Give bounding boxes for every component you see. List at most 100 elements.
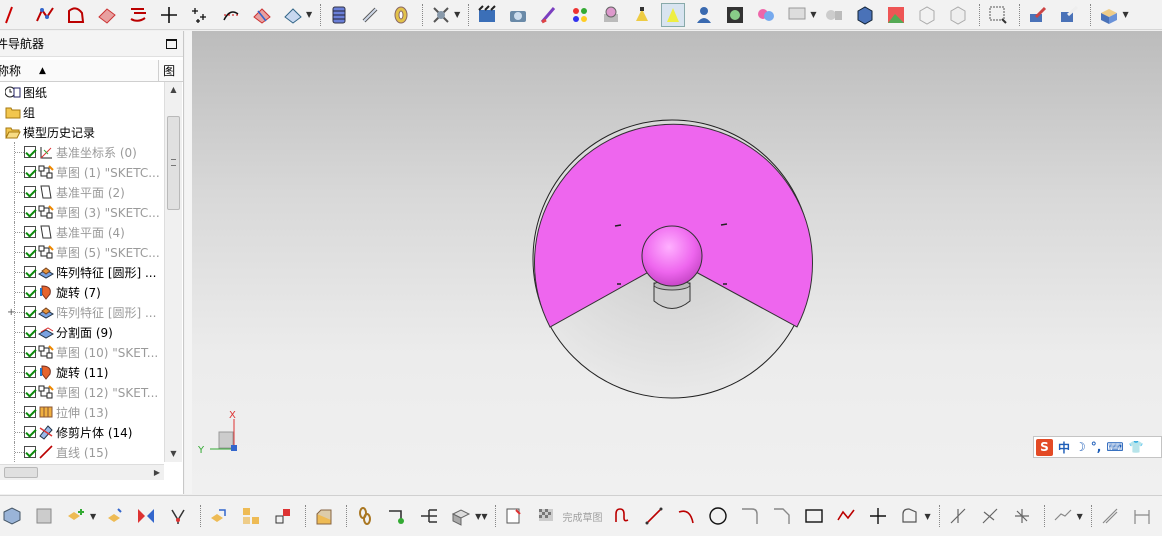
ime-moon-icon[interactable]: ☽ (1075, 440, 1086, 454)
wire-cube-icon[interactable] (915, 3, 939, 27)
section-curve-icon[interactable] (281, 3, 305, 27)
column-name-header[interactable]: 称称 ▲ (0, 60, 160, 81)
visibility-checkbox[interactable] (24, 346, 36, 358)
scroll-right-icon[interactable]: ▶ (154, 465, 160, 481)
visibility-checkbox[interactable] (24, 446, 36, 458)
chain-icon[interactable] (353, 504, 377, 528)
chevron-down-icon[interactable]: ▼ (924, 512, 930, 521)
visibility-checkbox[interactable] (24, 386, 36, 398)
scroll-thumb[interactable] (167, 116, 180, 210)
line-tool-icon[interactable] (642, 504, 666, 528)
tree-node[interactable]: 基准平面 (4) (0, 222, 164, 242)
surface-icon[interactable] (95, 3, 119, 27)
offset-tool-icon[interactable] (898, 504, 922, 528)
tree-node[interactable]: 草图 (10) "SKET... (0, 342, 164, 362)
route-icon[interactable] (385, 504, 409, 528)
column-picture-header[interactable]: 图 (159, 60, 183, 81)
visibility-checkbox[interactable] (24, 206, 36, 218)
part-icon[interactable] (0, 504, 24, 528)
folder-box-icon[interactable] (1097, 3, 1121, 27)
tree-node[interactable]: 分割面 (9) (0, 322, 164, 342)
mirror-assembly-icon[interactable] (134, 504, 158, 528)
profile-icon[interactable] (610, 504, 634, 528)
tree-node[interactable]: 草图 (3) "SKETC... (0, 202, 164, 222)
spheres-icon[interactable] (754, 3, 778, 27)
visibility-checkbox[interactable] (24, 406, 36, 418)
assembly-icon[interactable] (32, 504, 56, 528)
arc-icon[interactable] (2, 3, 26, 27)
visibility-checkbox[interactable] (24, 266, 36, 278)
visibility-checkbox[interactable] (24, 186, 36, 198)
tree-node[interactable]: 模型历史记录 (0, 122, 164, 142)
maximize-icon[interactable] (166, 38, 177, 49)
tree-node[interactable]: + 阵列特征 [圆形] ... (0, 302, 164, 322)
fillet-tool-icon[interactable] (738, 504, 762, 528)
link-icon[interactable] (271, 504, 295, 528)
paint-icon[interactable] (537, 3, 561, 27)
graphics-window[interactable]: X Y (192, 31, 1162, 494)
scroll-down-icon[interactable]: ▼ (165, 446, 182, 462)
tree-node[interactable]: 草图 (1) "SKETC... (0, 162, 164, 182)
display-icon[interactable] (785, 3, 809, 27)
rapid-dimension-icon[interactable] (1130, 504, 1154, 528)
offset-curve-icon[interactable] (126, 3, 150, 27)
point-icon[interactable] (157, 3, 181, 27)
rectangle-tool-icon[interactable] (802, 504, 826, 528)
horizontal-scrollbar[interactable]: ▶ (0, 464, 164, 480)
tree-node[interactable]: 修剪片体 (14) (0, 422, 164, 442)
light-icon[interactable] (630, 3, 654, 27)
shapes-icon[interactable] (822, 3, 846, 27)
chamfer-tool-icon[interactable] (770, 504, 794, 528)
layer-icon[interactable] (327, 3, 351, 27)
chevron-down-icon[interactable]: ▼ (306, 10, 312, 19)
expand-icon[interactable]: + (0, 307, 24, 318)
chevron-down-icon[interactable]: ▼ (810, 10, 816, 19)
visibility-checkbox[interactable] (24, 286, 36, 298)
studio-spline-icon[interactable] (33, 3, 57, 27)
box-icon[interactable] (946, 3, 970, 27)
mirror-curve-icon[interactable] (1051, 504, 1075, 528)
scene-icon[interactable] (723, 3, 747, 27)
tree-node[interactable]: 基准平面 (2) (0, 182, 164, 202)
explode-view-icon[interactable] (207, 504, 231, 528)
panel-splitter[interactable] (185, 31, 192, 494)
visibility-checkbox[interactable] (24, 366, 36, 378)
visibility-checkbox[interactable] (24, 326, 36, 338)
text-curve-icon[interactable] (429, 3, 453, 27)
quick-trim-icon[interactable] (946, 504, 970, 528)
tree-node[interactable]: 拉伸 (13) (0, 402, 164, 422)
cube-icon[interactable] (853, 3, 877, 27)
ime-language-toggle[interactable]: 中 (1058, 439, 1070, 456)
ball[interactable] (641, 225, 703, 287)
tree-node[interactable]: 草图 (5) "SKETC... (0, 242, 164, 262)
point-tool-icon[interactable] (866, 504, 890, 528)
tree-node[interactable]: 直线 (15) (0, 442, 164, 462)
tree-node[interactable]: 基准坐标系 (0) (0, 142, 164, 162)
tree-node[interactable]: 草图 (12) "SKET... (0, 382, 164, 402)
quick-extend-icon[interactable] (978, 504, 1002, 528)
hscroll-thumb[interactable] (4, 467, 38, 478)
intersect-curve-icon[interactable] (250, 3, 274, 27)
move-component-icon[interactable] (102, 504, 126, 528)
helix-icon[interactable] (389, 3, 413, 27)
box-select-icon[interactable] (986, 3, 1010, 27)
video-icon[interactable] (475, 3, 499, 27)
ime-logo[interactable]: S (1036, 438, 1053, 456)
point-set-icon[interactable] (188, 3, 212, 27)
wiring-icon[interactable] (417, 504, 441, 528)
wave-link-icon[interactable] (312, 504, 336, 528)
spotlight-icon[interactable] (661, 2, 686, 27)
user-icon[interactable] (692, 3, 716, 27)
visibility-checkbox[interactable] (24, 226, 36, 238)
add-component-icon[interactable] (64, 504, 88, 528)
tree-node[interactable]: 旋转 (11) (0, 362, 164, 382)
chevron-down-icon[interactable]: ▼ (481, 512, 487, 521)
edit-box-icon[interactable] (1057, 3, 1081, 27)
tree-node[interactable]: 旋转 (7) (0, 282, 164, 302)
tree-node[interactable]: 组 (0, 102, 164, 122)
camera-icon[interactable] (506, 3, 530, 27)
ime-punctuation-toggle[interactable]: °, (1091, 440, 1102, 454)
arrangement-icon[interactable] (449, 504, 473, 528)
palette-icon[interactable] (568, 3, 592, 27)
material-icon[interactable] (599, 3, 623, 27)
